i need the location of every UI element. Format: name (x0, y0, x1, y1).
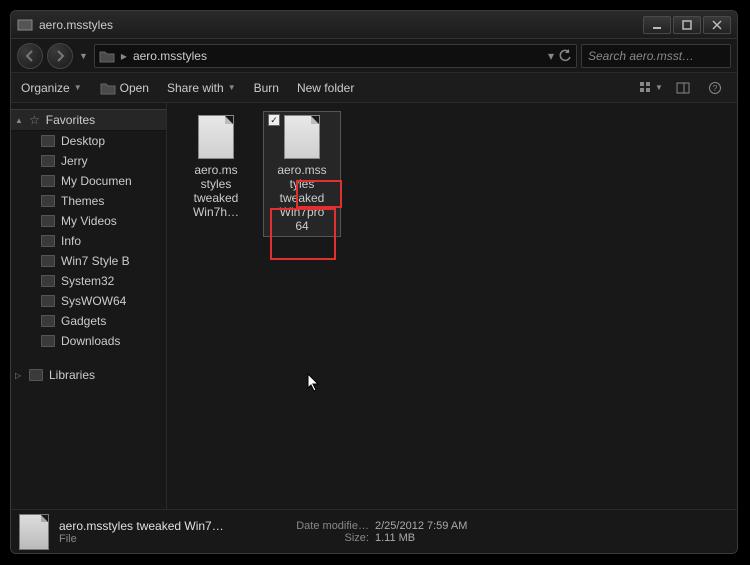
minimize-button[interactable] (643, 16, 671, 34)
organize-menu[interactable]: Organize▼ (21, 81, 82, 95)
sidebar-item[interactable]: Info (11, 231, 166, 251)
folder-icon (41, 295, 55, 307)
sidebar-item[interactable]: Win7 Style B (11, 251, 166, 271)
sidebar-item[interactable]: Downloads (11, 331, 166, 351)
folder-icon (41, 195, 55, 207)
disclose-icon: ▲ (15, 116, 23, 125)
sidebar-item[interactable]: System32 (11, 271, 166, 291)
file-icon (284, 115, 320, 159)
favorites-label: Favorites (46, 113, 95, 127)
breadcrumb-sep-icon: ▸ (121, 49, 127, 63)
share-with-menu[interactable]: Share with▼ (167, 81, 236, 95)
details-date-value: 2/25/2012 7:59 AM (375, 520, 467, 532)
open-folder-icon (100, 81, 116, 95)
star-icon: ☆ (29, 113, 40, 127)
main-area: ▲ ☆ Favorites Desktop Jerry My Documen Them… (11, 103, 737, 509)
preview-pane-button[interactable] (671, 78, 695, 98)
sidebar: ▲ ☆ Favorites Desktop Jerry My Documen Them… (11, 103, 167, 509)
sidebar-item-label: My Videos (61, 214, 117, 228)
sidebar-item-label: Downloads (61, 334, 120, 348)
sidebar-item-label: My Documen (61, 174, 132, 188)
file-item[interactable]: aero.msstylestweakedWin7h… (177, 111, 255, 223)
history-dropdown-icon[interactable]: ▼ (77, 51, 90, 61)
file-icon (198, 115, 234, 159)
libraries-icon (29, 369, 43, 381)
sidebar-item-label: Desktop (61, 134, 105, 148)
search-input[interactable]: Search aero.msst… (581, 44, 731, 68)
folder-icon (99, 49, 115, 63)
breadcrumb-dropdown-icon[interactable]: ▾ (548, 49, 554, 63)
folder-icon (41, 135, 55, 147)
folder-icon (41, 215, 55, 227)
maximize-button[interactable] (673, 16, 701, 34)
file-name: aero.msstylestweakedWin7pro64 (277, 163, 326, 233)
folder-icon (41, 155, 55, 167)
disclose-icon: ▷ (15, 371, 21, 380)
window-icon (17, 17, 33, 33)
titlebar: aero.msstyles (11, 11, 737, 39)
breadcrumb-segment[interactable]: aero.msstyles (133, 49, 207, 63)
new-folder-button[interactable]: New folder (297, 81, 354, 95)
folder-icon (41, 255, 55, 267)
sidebar-item-label: Info (61, 234, 81, 248)
sidebar-item[interactable]: Jerry (11, 151, 166, 171)
sidebar-item-label: System32 (61, 274, 114, 288)
window-title: aero.msstyles (39, 18, 643, 32)
sidebar-item-label: SysWOW64 (61, 294, 126, 308)
navbar: ▼ ▸ aero.msstyles ▾ Search aero.msst… (11, 39, 737, 73)
svg-text:?: ? (713, 84, 718, 93)
favorites-header[interactable]: ▲ ☆ Favorites (11, 109, 166, 131)
sidebar-item[interactable]: Desktop (11, 131, 166, 151)
address-bar[interactable]: ▸ aero.msstyles ▾ (94, 44, 577, 68)
checkbox-icon[interactable]: ✓ (268, 114, 280, 126)
sidebar-item[interactable]: My Videos (11, 211, 166, 231)
details-size-label: Size: (279, 532, 369, 544)
refresh-icon[interactable] (558, 49, 572, 63)
folder-icon (41, 175, 55, 187)
details-date-label: Date modifie… (279, 520, 369, 532)
file-item[interactable]: ✓ aero.msstylestweakedWin7pro64 (263, 111, 341, 237)
explorer-window: aero.msstyles ▼ ▸ aero.msstyles (10, 10, 738, 554)
help-button[interactable]: ? (703, 78, 727, 98)
file-list[interactable]: aero.msstylestweakedWin7h… ✓ aero.msstyles… (167, 103, 737, 509)
sidebar-item-label: Win7 Style B (61, 254, 130, 268)
file-name: aero.msstylestweakedWin7h… (193, 163, 239, 219)
open-button[interactable]: Open (100, 81, 149, 95)
details-thumb-icon (19, 514, 49, 550)
view-options-button[interactable]: ▼ (639, 78, 663, 98)
details-size-value: 1.11 MB (375, 532, 415, 544)
cursor-icon (307, 373, 321, 393)
libraries-label: Libraries (49, 368, 95, 382)
sidebar-item[interactable]: My Documen (11, 171, 166, 191)
sidebar-item-label: Gadgets (61, 314, 106, 328)
folder-icon (41, 275, 55, 287)
details-filetype: File (59, 533, 269, 545)
libraries-header[interactable]: ▷ Libraries (11, 365, 166, 385)
sidebar-item-label: Themes (61, 194, 104, 208)
details-filename: aero.msstyles tweaked Win7… (59, 519, 269, 533)
back-button[interactable] (17, 43, 43, 69)
sidebar-item[interactable]: Themes (11, 191, 166, 211)
close-button[interactable] (703, 16, 731, 34)
burn-button[interactable]: Burn (254, 81, 279, 95)
forward-button[interactable] (47, 43, 73, 69)
folder-icon (41, 335, 55, 347)
folder-icon (41, 315, 55, 327)
sidebar-item-label: Jerry (61, 154, 88, 168)
sidebar-item[interactable]: SysWOW64 (11, 291, 166, 311)
sidebar-item[interactable]: Gadgets (11, 311, 166, 331)
toolbar: Organize▼ Open Share with▼ Burn New fold… (11, 73, 737, 103)
search-placeholder: Search aero.msst… (588, 49, 694, 63)
details-pane: aero.msstyles tweaked Win7… File Date mo… (11, 509, 737, 553)
folder-icon (41, 235, 55, 247)
